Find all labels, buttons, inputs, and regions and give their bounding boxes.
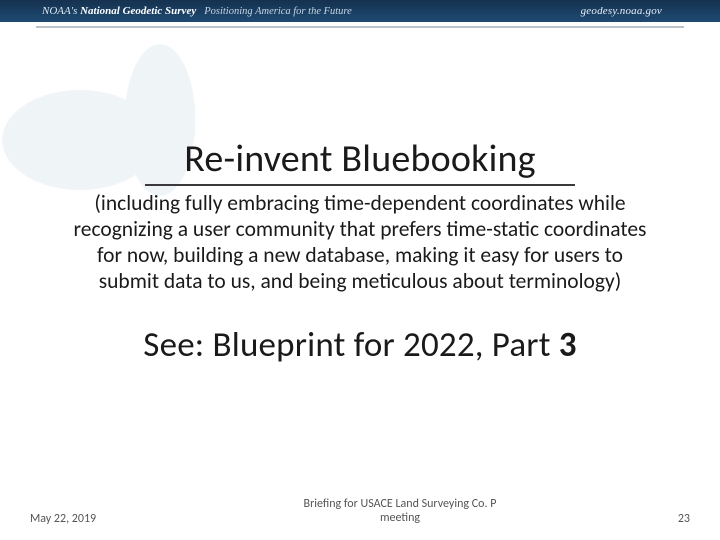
brand-prefix: NOAA's — [42, 5, 80, 17]
banner-tagline: Positioning America for the Future — [204, 6, 580, 17]
see-line: See: Blueprint for 2022, Part 3 — [34, 324, 686, 366]
slide-body: Re-invent Bluebooking (including fully e… — [0, 136, 720, 366]
banner-url: geodesy.noaa.gov — [581, 5, 662, 17]
slide-subtitle: (including fully embracing time-dependen… — [65, 190, 655, 295]
footer-meeting-line1: Briefing for USACE Land Surveying Co. P — [304, 497, 497, 511]
see-part-number: 3 — [559, 324, 577, 366]
brand-name: National Geodetic Survey — [80, 5, 196, 17]
footer: May 22, 2019 Briefing for USACE Land Sur… — [0, 498, 720, 526]
title-underline — [145, 184, 575, 186]
footer-meeting: Briefing for USACE Land Surveying Co. P … — [170, 498, 630, 526]
see-prefix: See: Blueprint for 2022, Part — [143, 324, 558, 366]
banner-brand: NOAA's National Geodetic Survey — [42, 5, 196, 17]
footer-page-number: 23 — [630, 512, 690, 526]
banner-underline — [36, 26, 684, 28]
top-banner: NOAA's National Geodetic Survey Position… — [0, 0, 720, 22]
slide-title: Re-invent Bluebooking — [34, 136, 686, 182]
footer-meeting-line2: meeting — [380, 511, 420, 525]
footer-date: May 22, 2019 — [30, 512, 170, 526]
